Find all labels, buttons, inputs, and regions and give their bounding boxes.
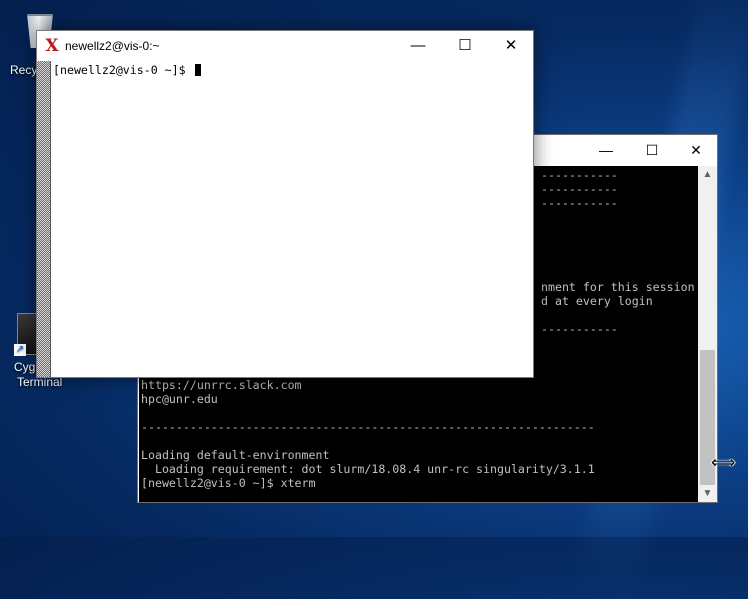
maximize-button[interactable]: ☐	[629, 135, 675, 166]
scroll-up-arrow-icon[interactable]: ▲	[698, 166, 717, 183]
xterm-title-bar[interactable]: X newellz2@vis-0:~ — ☐ ✕	[37, 31, 533, 61]
cygwin-label-line1: Cyg	[14, 360, 36, 374]
xterm-terminal-area[interactable]: [newellz2@vis-0 ~]$	[51, 61, 533, 377]
x11-logo-icon: X	[45, 36, 59, 56]
terminal-line: -----------	[541, 322, 618, 336]
terminal-line: -----------	[541, 196, 618, 210]
vertical-scrollbar[interactable]: ▲ ▼	[698, 166, 717, 502]
close-button[interactable]: ✕	[673, 135, 719, 166]
shell-prompt: [newellz2@vis-0 ~]$	[53, 63, 201, 77]
terminal-line: Loading default-environment	[141, 448, 330, 462]
terminal-line: https://unrrc.slack.com	[141, 378, 302, 392]
terminal-line: nment for this session	[541, 280, 695, 294]
scroll-down-arrow-icon[interactable]: ▼	[698, 485, 717, 502]
close-button[interactable]: ✕	[488, 31, 534, 61]
terminal-line: hpc@unr.edu	[141, 392, 218, 406]
horizontal-resize-cursor-icon: ⟺	[711, 453, 736, 472]
maximize-button[interactable]: ☐	[442, 31, 488, 61]
terminal-line: d at every login	[541, 294, 653, 308]
minimize-button[interactable]: —	[583, 135, 629, 166]
terminal-line: -----------	[541, 182, 618, 196]
xterm-scrollbar[interactable]	[37, 61, 51, 377]
recycle-bin-label: Recy	[10, 63, 38, 77]
terminal-line: Loading requirement: dot slurm/18.08.4 u…	[141, 462, 595, 476]
terminal-line: ----------------------------------------…	[141, 420, 595, 434]
xterm-window[interactable]: X newellz2@vis-0:~ — ☐ ✕ [newellz2@vis-0…	[36, 30, 534, 378]
text-cursor	[194, 64, 201, 76]
minimize-button[interactable]: —	[395, 31, 441, 61]
terminal-line: [newellz2@vis-0 ~]$ xterm	[141, 476, 316, 490]
prompt-text: [newellz2@vis-0 ~]$	[53, 63, 193, 77]
window-title: newellz2@vis-0:~	[65, 39, 160, 53]
shortcut-arrow-icon: ↗	[14, 344, 26, 356]
terminal-line: -----------	[541, 168, 618, 182]
